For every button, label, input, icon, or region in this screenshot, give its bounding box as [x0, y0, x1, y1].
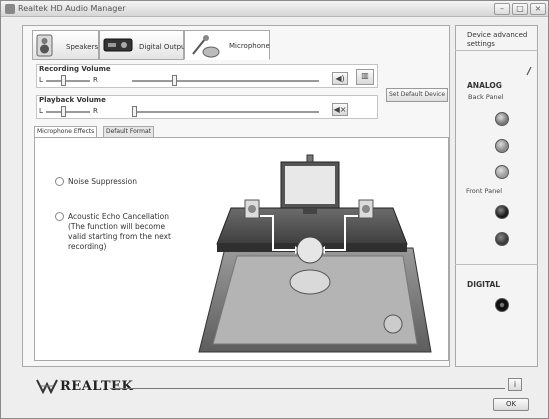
room-illustration: [198, 154, 432, 353]
footer-divider: [110, 388, 505, 389]
playback-volume-track: [132, 111, 319, 113]
tab-digital-output-label: Digital Output: [139, 43, 189, 51]
side-divider: [455, 50, 538, 51]
playback-balance-thumb[interactable]: [61, 106, 66, 117]
window-title: Realtek HD Audio Manager: [18, 4, 126, 13]
echo-cancellation-note-2: valid starting from the next: [68, 232, 171, 241]
playback-mute-button[interactable]: ◀×: [332, 103, 348, 116]
info-button[interactable]: i: [508, 378, 522, 391]
recording-balance-thumb[interactable]: [61, 75, 66, 86]
digital-header: DIGITAL: [467, 280, 501, 289]
tab-microphone-effects[interactable]: Microphone Effects: [34, 126, 98, 137]
digital-output-icon: [103, 38, 133, 52]
echo-cancellation-note-3: recording): [68, 242, 107, 251]
playback-right-label: R: [93, 107, 98, 115]
ok-button[interactable]: OK: [493, 398, 529, 411]
digital-jack[interactable]: [495, 298, 509, 312]
playback-balance-track: [46, 111, 90, 113]
back-panel-label: Back Panel: [468, 93, 504, 101]
speaker-muted-icon: ◀×: [333, 105, 347, 114]
playback-volume-panel: Playback Volume L R ◀×: [36, 95, 378, 119]
back-panel-jack-3[interactable]: [495, 165, 509, 179]
recording-mute-button[interactable]: ◀): [332, 72, 348, 85]
tab-microphone-label: Microphone: [229, 42, 270, 50]
maximize-button[interactable]: □: [512, 3, 528, 15]
tab-microphone[interactable]: Microphone: [184, 30, 270, 60]
recording-right-label: R: [93, 76, 98, 84]
recording-volume-title: Recording Volume: [39, 65, 111, 73]
recording-balance-track: [46, 80, 90, 82]
echo-cancellation-note-1: (The function will become: [68, 222, 166, 231]
back-panel-jack-2[interactable]: [495, 139, 509, 153]
playback-left-label: L: [39, 107, 43, 115]
recording-settings-button[interactable]: ▥: [356, 69, 374, 85]
minimize-button[interactable]: –: [494, 3, 510, 15]
set-default-device-button[interactable]: Set Default Device: [386, 88, 448, 102]
microphone-icon: [192, 35, 220, 58]
tab-speakers[interactable]: Speakers: [32, 30, 99, 60]
speakers-icon: [36, 34, 53, 57]
effects-content-panel: Noise Suppression Acoustic Echo Cancella…: [34, 137, 449, 361]
tab-default-format[interactable]: Default Format: [103, 126, 154, 137]
advanced-line-1: Device advanced: [467, 31, 528, 39]
mixer-icon: ▥: [361, 71, 369, 80]
device-advanced-settings-link[interactable]: Device advanced settings: [467, 31, 527, 49]
advanced-line-2: settings: [467, 40, 495, 48]
echo-cancellation-label[interactable]: Acoustic Echo Cancellation: [68, 212, 169, 221]
playback-volume-title: Playback Volume: [39, 96, 106, 104]
app-icon: [5, 4, 15, 14]
recording-volume-panel: Recording Volume L R ◀) ▥: [36, 64, 378, 88]
noise-suppression-radio[interactable]: [55, 177, 64, 186]
close-button[interactable]: ×: [530, 3, 546, 15]
noise-suppression-label[interactable]: Noise Suppression: [68, 177, 137, 186]
back-panel-jack-1[interactable]: [495, 112, 509, 126]
tab-speakers-label: Speakers: [66, 43, 99, 51]
side-divider-2: [455, 264, 538, 265]
connector-settings-icon[interactable]: [525, 66, 533, 76]
recording-volume-track: [132, 80, 319, 82]
echo-cancellation-radio[interactable]: [55, 212, 64, 221]
recording-left-label: L: [39, 76, 43, 84]
tab-digital-output[interactable]: Digital Output: [99, 30, 188, 60]
recording-volume-thumb[interactable]: [172, 75, 177, 86]
brand-name: REALTEK: [60, 379, 134, 394]
analog-header: ANALOG: [467, 81, 502, 90]
front-panel-jack-1[interactable]: [495, 205, 509, 219]
playback-volume-thumb[interactable]: [132, 106, 137, 117]
realtek-logo-icon: [36, 379, 58, 394]
front-panel-label: Front Panel: [466, 187, 503, 195]
title-bar[interactable]: Realtek HD Audio Manager – □ ×: [1, 1, 548, 17]
speaker-icon: ◀): [335, 74, 345, 83]
side-panel: [455, 25, 538, 367]
front-panel-jack-2[interactable]: [495, 232, 509, 246]
